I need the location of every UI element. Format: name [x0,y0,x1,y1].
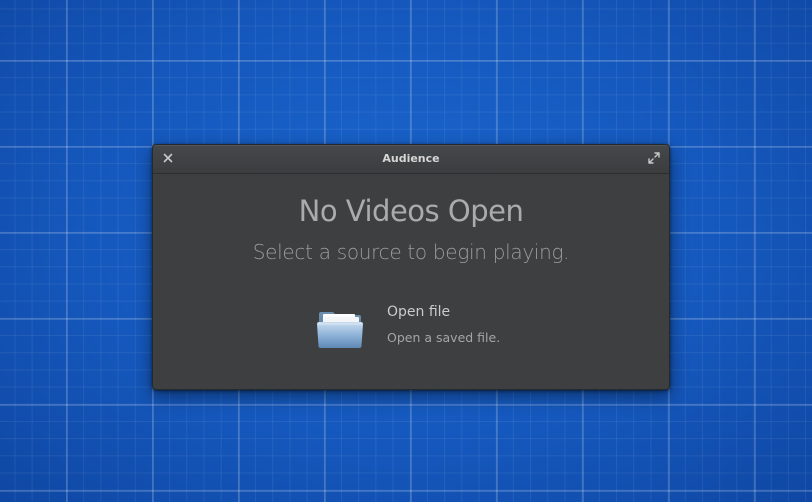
welcome-subheading: Select a source to begin playing. [252,240,570,264]
window-titlebar[interactable]: Audience [153,145,669,174]
audience-window: Audience No Videos Open Select a source … [152,144,670,390]
maximize-icon [648,152,660,164]
welcome-view: No Videos Open Select a source to begin … [153,174,669,389]
desktop-background: Audience No Videos Open Select a source … [0,0,812,502]
maximize-button[interactable] [647,151,661,165]
window-title: Audience [382,152,440,165]
folder-icon [317,312,363,348]
open-file-title: Open file [387,304,451,320]
open-file-description: Open a saved file. [387,330,501,345]
welcome-heading: No Videos Open [298,194,524,228]
open-file-button[interactable]: Open file Open a saved file. [313,304,543,354]
